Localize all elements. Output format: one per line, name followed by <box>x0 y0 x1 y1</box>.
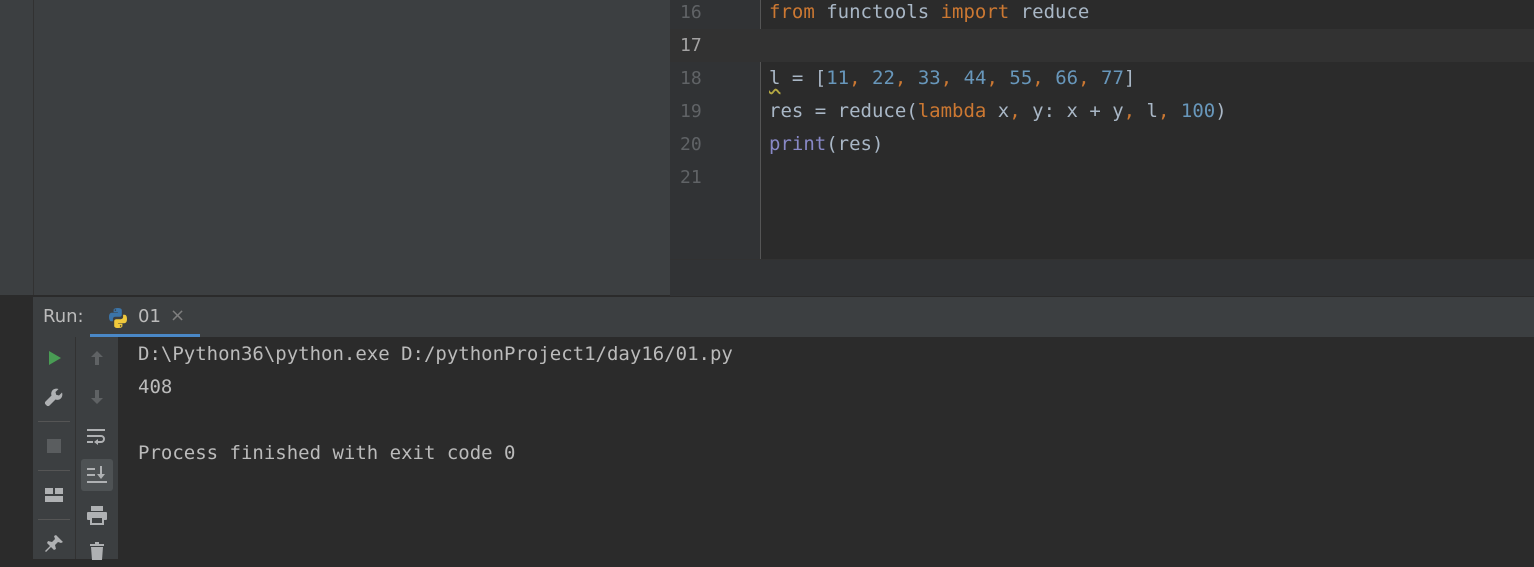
project-panel <box>34 0 670 295</box>
wrench-icon[interactable] <box>38 381 70 413</box>
line-number: 20 <box>680 134 702 155</box>
code-text: res = reduce(lambda x, y: x + y, l, 100) <box>769 100 1227 122</box>
toolbar-separator <box>38 421 70 422</box>
run-icon[interactable] <box>38 342 70 374</box>
editor-scroll-area <box>670 259 1534 296</box>
python-icon <box>107 307 129 333</box>
left-tool-window-strip <box>0 0 34 295</box>
run-toolbar-left <box>33 337 76 559</box>
code-editor[interactable]: 16 from functools import reduce 17 18 l … <box>670 0 1534 259</box>
line-number: 16 <box>680 2 702 23</box>
code-line-16[interactable]: 16 from functools import reduce <box>670 0 1534 29</box>
pin-icon[interactable] <box>38 528 70 560</box>
run-label: Run: <box>43 306 84 327</box>
console-output[interactable]: D:\Python36\python.exe D:/pythonProject1… <box>119 337 1534 559</box>
scroll-to-end-icon[interactable] <box>81 459 113 491</box>
stop-icon[interactable] <box>38 430 70 462</box>
code-line-18[interactable]: 18 l = [11, 22, 33, 44, 55, 66, 77] <box>670 62 1534 95</box>
line-number: 17 <box>680 35 702 56</box>
console-result-line: 408 <box>138 376 173 398</box>
toolbar-separator <box>38 519 70 520</box>
trash-icon[interactable] <box>81 535 113 567</box>
code-text: l = [11, 22, 33, 44, 55, 66, 77] <box>769 67 1136 89</box>
arrow-down-icon[interactable] <box>81 381 113 413</box>
line-number: 18 <box>680 68 702 89</box>
code-line-21[interactable]: 21 <box>670 161 1534 194</box>
run-toolbar-right <box>76 337 118 560</box>
arrow-up-icon[interactable] <box>81 342 113 374</box>
layout-icon[interactable] <box>38 479 70 511</box>
line-number: 19 <box>680 101 702 122</box>
soft-wrap-icon[interactable] <box>81 421 113 453</box>
console-command-line: D:\Python36\python.exe D:/pythonProject1… <box>138 343 733 365</box>
toolbar-separator <box>38 470 70 471</box>
print-icon[interactable] <box>81 499 113 531</box>
code-text: print(res) <box>769 133 884 155</box>
code-line-20[interactable]: 20 print(res) <box>670 128 1534 161</box>
run-tool-window-header: Run: 01 × <box>33 296 1534 337</box>
code-line-17[interactable]: 17 <box>670 29 1534 62</box>
close-icon[interactable]: × <box>170 305 185 326</box>
line-number: 21 <box>680 167 702 188</box>
console-exit-line: Process finished with exit code 0 <box>138 442 516 464</box>
code-text: from functools import reduce <box>769 1 1090 23</box>
run-tab-label: 01 <box>138 306 161 327</box>
code-line-19[interactable]: 19 res = reduce(lambda x, y: x + y, l, 1… <box>670 95 1534 128</box>
run-tab-01[interactable]: 01 × <box>90 297 200 337</box>
